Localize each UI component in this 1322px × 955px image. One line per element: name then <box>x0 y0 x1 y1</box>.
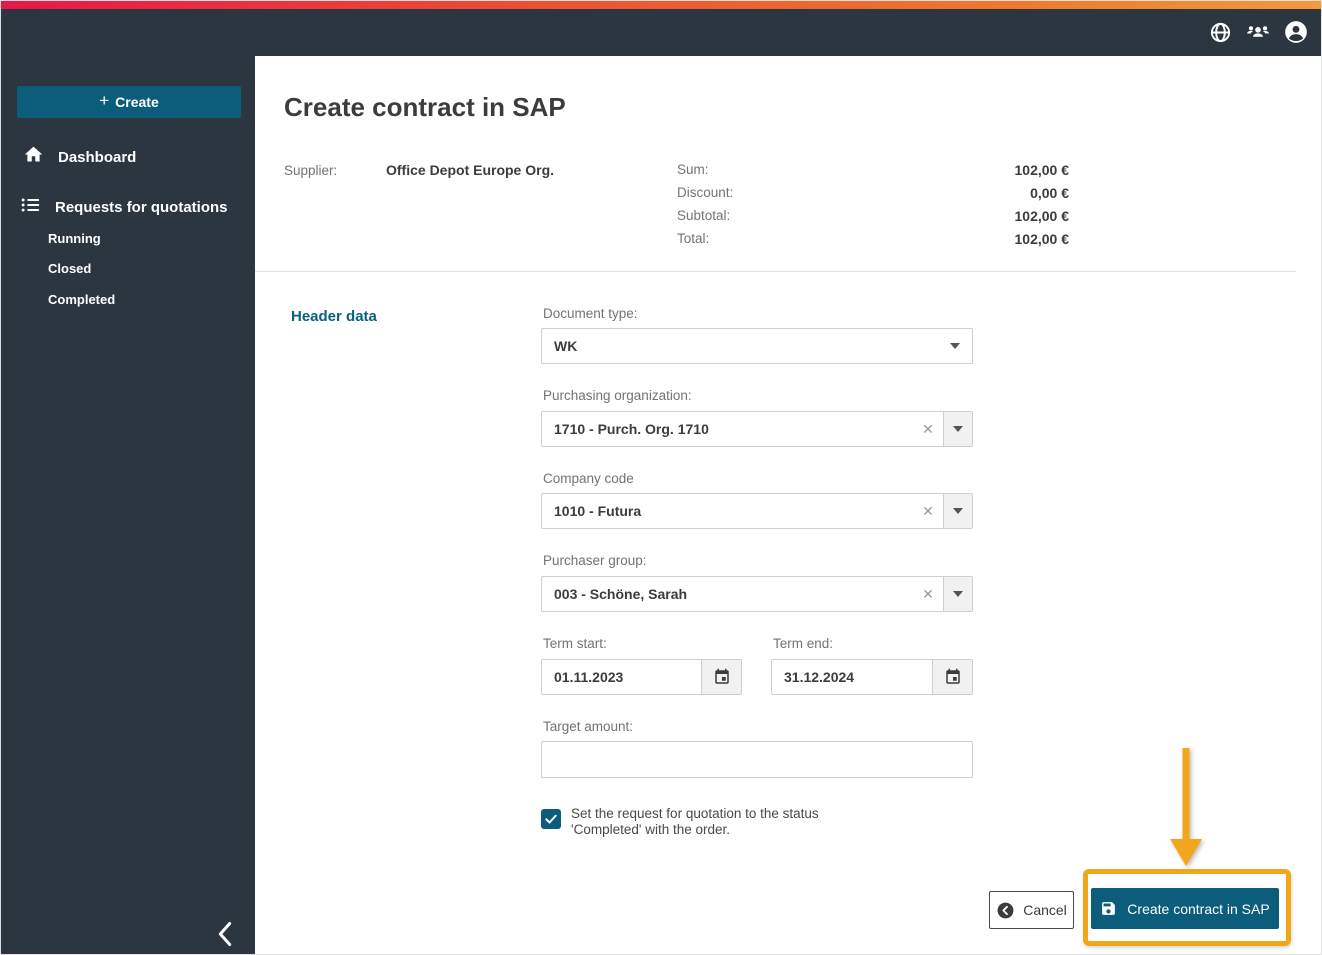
plus-icon: + <box>99 91 110 110</box>
chevron-down-icon[interactable] <box>943 494 972 528</box>
checkbox-label-line2: 'Completed' with the order. <box>571 822 730 837</box>
sidebar-collapse-button[interactable] <box>205 914 245 954</box>
subtotal-value: 102,00 € <box>1014 208 1070 224</box>
main-content: Create contract in SAP Supplier: Office … <box>255 56 1321 954</box>
sidebar: + Create Dashboard Requests for quotatio… <box>1 9 255 954</box>
company-code-select[interactable]: 1010 - Futura ✕ <box>541 493 973 529</box>
checkbox-label-line1: Set the request for quotation to the sta… <box>571 806 819 821</box>
purchasing-org-value: 1710 - Purch. Org. 1710 <box>554 421 709 437</box>
sidebar-subitem-closed[interactable]: Closed <box>48 261 91 276</box>
page-title: Create contract in SAP <box>284 92 566 122</box>
term-end-value: 31.12.2024 <box>784 669 855 685</box>
sum-label: Sum: <box>677 162 709 177</box>
chevron-down-icon[interactable] <box>943 412 972 446</box>
sidebar-item-requests[interactable]: Requests for quotations <box>1 190 255 224</box>
create-contract-in-sap-button[interactable]: Create contract in SAP <box>1091 888 1279 929</box>
app-window: FUTURA Smart <box>0 0 1322 955</box>
purchaser-group-label: Purchaser group: <box>543 553 647 568</box>
sidebar-item-label: Dashboard <box>58 148 137 166</box>
submit-button-label: Create contract in SAP <box>1127 900 1270 917</box>
sum-value: 102,00 € <box>1014 162 1070 178</box>
supplier-value: Office Depot Europe Org. <box>386 162 555 178</box>
create-button[interactable]: + Create <box>17 86 241 118</box>
users-icon[interactable] <box>1245 19 1271 45</box>
section-title-header-data: Header data <box>291 308 377 325</box>
brand-gradient-strip <box>1 1 1321 9</box>
purchasing-org-label: Purchasing organization: <box>543 388 692 403</box>
clear-icon[interactable]: ✕ <box>913 494 943 528</box>
total-value: 102,00 € <box>1014 231 1070 247</box>
total-label: Total: <box>677 231 710 246</box>
calendar-icon[interactable] <box>932 660 972 694</box>
company-code-label: Company code <box>543 471 634 486</box>
sidebar-item-label: Requests for quotations <box>55 198 228 216</box>
target-amount-label: Target amount: <box>543 719 634 734</box>
totals-row-sum: Sum: 102,00 € <box>677 162 1069 185</box>
term-start-value: 01.11.2023 <box>554 669 624 685</box>
section-divider <box>255 271 1296 272</box>
totals-row-subtotal: Subtotal: 102,00 € <box>677 208 1069 231</box>
company-code-value: 1010 - Futura <box>554 503 642 519</box>
purchaser-group-value: 003 - Schöne, Sarah <box>554 586 688 602</box>
discount-label: Discount: <box>677 185 734 200</box>
clear-icon[interactable]: ✕ <box>913 412 943 446</box>
create-button-label: Create <box>115 94 159 110</box>
purchasing-org-select[interactable]: 1710 - Purch. Org. 1710 ✕ <box>541 411 973 447</box>
document-type-label: Document type: <box>543 306 638 321</box>
document-type-value: WK <box>554 338 578 354</box>
totals-row-discount: Discount: 0,00 € <box>677 185 1069 208</box>
term-end-input[interactable]: 31.12.2024 <box>771 659 973 695</box>
discount-value: 0,00 € <box>1030 185 1069 201</box>
term-start-label: Term start: <box>543 636 607 651</box>
totals-summary: Sum: 102,00 € Discount: 0,00 € Subtotal:… <box>677 162 1069 254</box>
totals-row-total: Total: 102,00 € <box>677 231 1069 254</box>
purchaser-group-select[interactable]: 003 - Schöne, Sarah ✕ <box>541 576 973 612</box>
globe-icon[interactable] <box>1207 19 1233 45</box>
clear-icon[interactable]: ✕ <box>913 577 943 611</box>
chevron-down-icon[interactable] <box>938 329 972 363</box>
calendar-icon[interactable] <box>701 660 741 694</box>
target-amount-input[interactable] <box>541 741 973 778</box>
completed-status-checkbox[interactable] <box>541 809 561 829</box>
subtotal-label: Subtotal: <box>677 208 731 223</box>
term-end-label: Term end: <box>773 636 834 651</box>
annotation-arrow-down <box>1170 748 1202 866</box>
list-icon <box>19 194 41 221</box>
cancel-button[interactable]: Cancel <box>989 891 1074 929</box>
save-icon <box>1102 902 1116 915</box>
arrow-left-circle-icon <box>997 902 1014 918</box>
account-icon[interactable] <box>1283 19 1309 45</box>
sidebar-item-dashboard[interactable]: Dashboard <box>1 140 255 174</box>
supplier-label: Supplier: <box>284 163 338 178</box>
term-start-input[interactable]: 01.11.2023 <box>541 659 742 695</box>
cancel-button-label: Cancel <box>1023 902 1067 918</box>
sidebar-subitem-completed[interactable]: Completed <box>48 292 115 307</box>
document-type-select[interactable]: WK <box>541 328 973 364</box>
home-icon <box>23 144 44 170</box>
sidebar-subitem-running[interactable]: Running <box>48 231 101 246</box>
chevron-down-icon[interactable] <box>943 577 972 611</box>
checkbox-label: Set the request for quotation to the sta… <box>571 806 819 838</box>
